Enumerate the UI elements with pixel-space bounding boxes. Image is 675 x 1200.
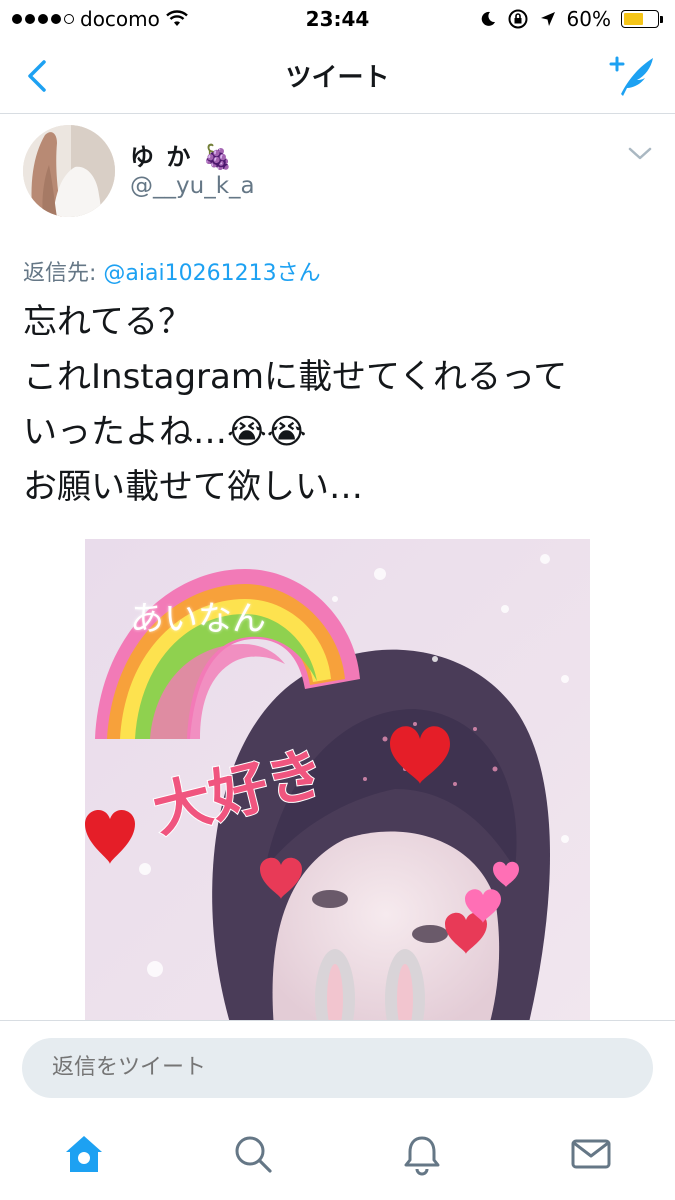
battery-percent: 60% — [566, 7, 611, 31]
tweet-text-line: いったよね…😭😭 — [23, 412, 307, 452]
home-icon — [66, 1135, 103, 1172]
page-title: ツイート — [285, 63, 390, 93]
tweet-text: 忘れてる？ これInstagramに載せてくれるって いったよね…😭😭 お願い載… — [23, 295, 653, 515]
compose-tweet-button[interactable] — [607, 52, 657, 100]
signal-strength-icon — [12, 14, 74, 24]
sticker-label-ainan: あいなん — [130, 599, 266, 639]
messages-envelope-icon — [571, 1139, 611, 1168]
wifi-icon — [166, 10, 188, 26]
battery-fill — [624, 13, 644, 25]
avatar[interactable] — [23, 125, 115, 217]
status-left: docomo — [12, 7, 188, 31]
tweet-text-line: 忘れてる？ — [23, 302, 192, 342]
tab-home[interactable] — [54, 1124, 114, 1184]
reply-mention-link[interactable]: @aiai10261213さん — [103, 261, 320, 286]
tab-search[interactable] — [223, 1124, 283, 1184]
username[interactable]: @__yu_k_a — [130, 173, 255, 199]
status-right: 60% — [479, 7, 663, 31]
notifications-bell-icon — [404, 1136, 440, 1175]
status-bar: docomo 23:44 60% — [0, 0, 675, 38]
reply-bar — [0, 1020, 675, 1115]
tweet-options-button[interactable] — [627, 143, 653, 163]
chevron-down-icon — [628, 147, 652, 160]
reply-prefix: 返信先: — [23, 261, 104, 286]
nav-bar: ツイート — [0, 38, 675, 114]
tweet-detail: ゆ か 🍇 @__yu_k_a 返信先: @aiai10261213さん 忘れて… — [0, 115, 675, 1020]
tweet-text-line: これInstagramに載せてくれるって — [23, 357, 568, 397]
reply-input[interactable] — [22, 1038, 653, 1098]
tab-bar — [0, 1115, 675, 1200]
avatar-photo — [23, 125, 115, 217]
search-icon — [235, 1136, 272, 1173]
tab-notifications[interactable] — [392, 1124, 452, 1184]
tweet-photo[interactable]: あいなん 大好き — [85, 539, 590, 1020]
location-arrow-icon — [540, 12, 555, 26]
do-not-disturb-moon-icon — [481, 11, 495, 26]
reply-context: 返信先: @aiai10261213さん — [23, 255, 321, 287]
chevron-left-icon — [28, 60, 46, 92]
rotation-lock-icon — [508, 9, 528, 29]
compose-tweet-icon — [609, 56, 653, 96]
battery-icon — [621, 10, 663, 28]
tab-messages[interactable] — [561, 1124, 621, 1184]
carrier-label: docomo — [80, 7, 160, 31]
back-button[interactable] — [20, 56, 60, 96]
display-name[interactable]: ゆ か 🍇 — [130, 137, 235, 172]
tweet-text-line: お願い載せて欲しい… — [23, 467, 363, 507]
